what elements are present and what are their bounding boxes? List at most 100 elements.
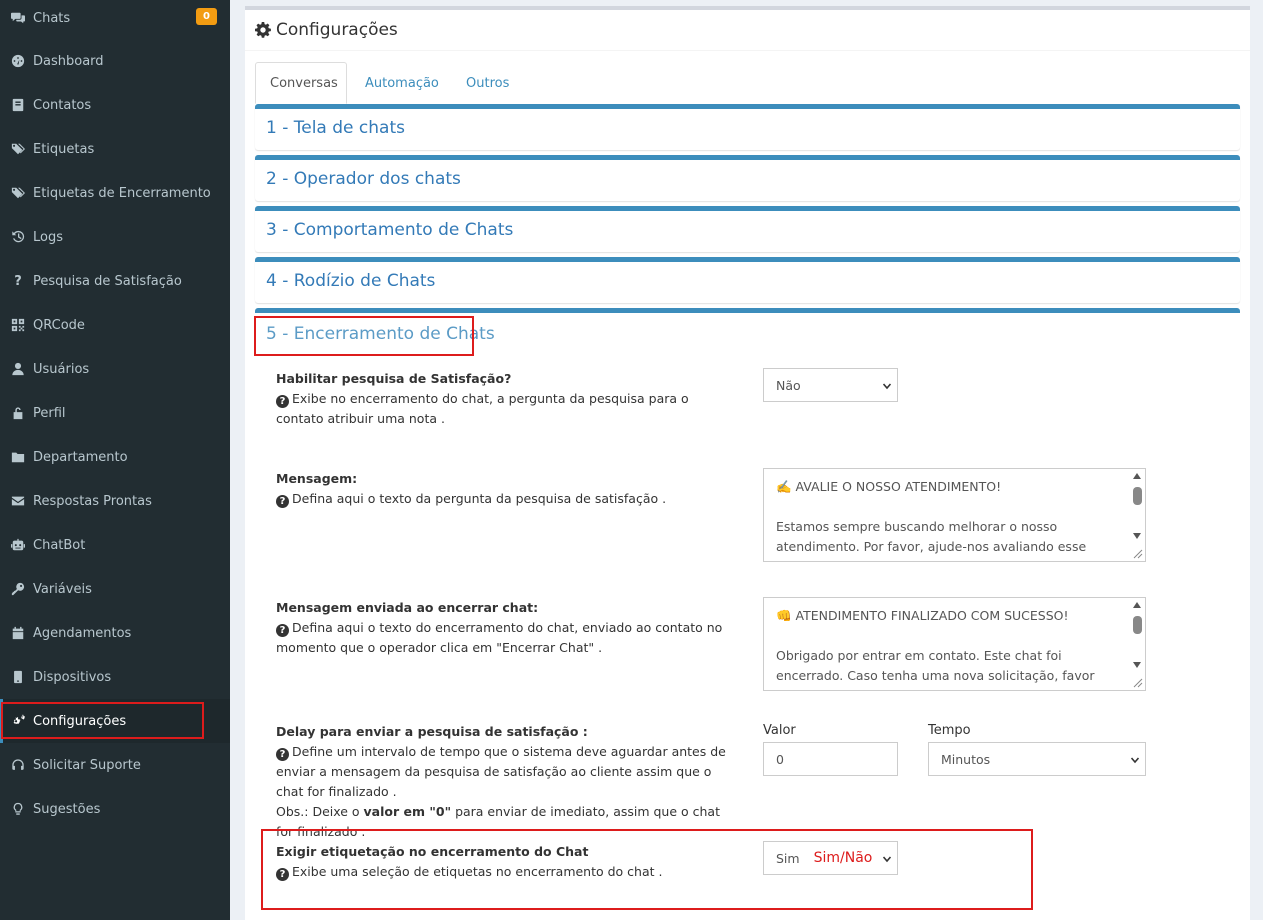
panel-title[interactable]: 2 - Operador dos chats <box>266 169 461 189</box>
question-icon: ? <box>14 273 22 289</box>
require-tags-select[interactable]: Sim Sim/Não <box>763 841 898 875</box>
sidebar-item-departamento[interactable]: Departamento <box>0 435 230 479</box>
setting-help: Defina aqui o texto do encerramento do c… <box>276 620 723 655</box>
select-annotation: Sim/Não <box>813 850 873 866</box>
delay-unit-select[interactable]: Minutos <box>928 742 1146 776</box>
resize-handle-icon[interactable] <box>1131 676 1143 688</box>
settings-tabs: Conversas Automação Outros <box>255 62 1240 104</box>
tab-label: Conversas <box>270 75 338 91</box>
sidebar-item-perfil[interactable]: Perfil <box>0 391 230 435</box>
value-label: Valor <box>763 723 796 738</box>
sidebar-item-label: Chats <box>33 10 71 26</box>
sidebar-item-sugestoes[interactable]: Sugestões <box>0 787 230 831</box>
sidebar-item-dashboard[interactable]: Dashboard <box>0 39 230 83</box>
sidebar-item-etiquetas[interactable]: Etiquetas <box>0 127 230 171</box>
sidebar-item-pesquisa-satisfacao[interactable]: ? Pesquisa de Satisfação <box>0 259 230 303</box>
survey-enable-select[interactable]: Não <box>763 368 898 402</box>
history-icon <box>9 229 27 245</box>
sidebar-item-contatos[interactable]: Contatos <box>0 83 230 127</box>
user-icon <box>9 361 27 377</box>
sidebar-item-agendamentos[interactable]: Agendamentos <box>0 611 230 655</box>
panel-title[interactable]: 1 - Tela de chats <box>266 118 405 138</box>
sidebar-item-qrcode[interactable]: QRCode <box>0 303 230 347</box>
panel-tela-de-chats[interactable]: 1 - Tela de chats <box>255 104 1240 150</box>
chat-bubbles-icon <box>9 10 27 26</box>
setting-help: Exibe uma seleção de etiquetas no encerr… <box>292 864 663 879</box>
key-icon <box>9 581 27 597</box>
tab-conversas[interactable]: Conversas <box>255 62 347 104</box>
panel-title[interactable]: 3 - Comportamento de Chats <box>266 220 513 240</box>
setting-help: Define um intervalo de tempo que o siste… <box>276 744 726 799</box>
chevron-down-icon <box>883 856 891 863</box>
select-value: Minutos <box>941 751 991 767</box>
select-value: Sim <box>776 850 800 866</box>
sidebar-item-label: Perfil <box>33 405 66 421</box>
require-tags-setting: Exigir etiquetação no encerramento do Ch… <box>276 842 736 882</box>
panel-operador-dos-chats[interactable]: 2 - Operador dos chats <box>255 155 1240 201</box>
panel-encerramento-de-chats: 5 - Encerramento de Chats Habilitar pesq… <box>254 308 1240 920</box>
unlock-icon <box>9 405 27 421</box>
sidebar-item-dispositivos[interactable]: Dispositivos <box>0 655 230 699</box>
sidebar-item-label: Etiquetas <box>33 141 95 157</box>
panel-rodizio-de-chats[interactable]: 4 - Rodízio de Chats <box>255 257 1240 303</box>
message-setting: Mensagem: ? Defina aqui o texto da pergun… <box>276 469 736 509</box>
survey-message-textarea[interactable]: ✍️ AVALIE O NOSSO ATENDIMENTO! Estamos s… <box>763 468 1146 562</box>
page-title: Configurações <box>276 20 398 40</box>
sidebar-item-logs[interactable]: Logs <box>0 215 230 259</box>
setting-title: Mensagem: <box>276 471 358 486</box>
qrcode-icon <box>9 317 27 333</box>
sidebar-item-label: Solicitar Suporte <box>33 757 141 773</box>
resize-handle-icon[interactable] <box>1131 547 1143 559</box>
textarea-content: ✍️ AVALIE O NOSSO ATENDIMENTO! Estamos s… <box>776 479 1087 561</box>
delay-value-input[interactable]: 0 <box>763 742 898 776</box>
setting-title: Delay para enviar a pesquisa de satisfaç… <box>276 724 588 739</box>
sidebar-item-label: Agendamentos <box>33 625 132 641</box>
chevron-down-icon <box>1131 757 1139 764</box>
sidebar-item-label: Departamento <box>33 449 128 465</box>
box-header: Configurações <box>245 10 1250 51</box>
question-circle-icon: ? <box>276 495 289 508</box>
robot-icon <box>9 537 27 553</box>
tab-outros[interactable]: Outros <box>452 62 523 104</box>
sidebar-item-chatbot[interactable]: ChatBot <box>0 523 230 567</box>
sidebar-item-label: QRCode <box>33 317 85 333</box>
sidebar-item-label: Etiquetas de Encerramento <box>33 185 211 201</box>
tab-label: Outros <box>466 75 510 91</box>
sidebar-item-label: Sugestões <box>33 801 101 817</box>
tab-automacao[interactable]: Automação <box>351 62 453 104</box>
close-message-textarea[interactable]: 👊 ATENDIMENTO FINALIZADO COM SUCESSO! Ob… <box>763 597 1146 691</box>
panel-title[interactable]: 4 - Rodízio de Chats <box>266 271 435 291</box>
setting-help: Exibe no encerramento do chat, a pergunt… <box>276 391 689 426</box>
sidebar-item-label: Usuários <box>33 361 90 377</box>
setting-help: Defina aqui o texto da pergunta da pesqu… <box>292 491 667 506</box>
chevron-down-icon <box>883 383 891 390</box>
headset-icon <box>9 757 27 773</box>
folder-icon <box>9 449 27 465</box>
setting-title: Exigir etiquetação no encerramento do Ch… <box>276 844 589 859</box>
setting-title: Habilitar pesquisa de Satisfação? <box>276 371 512 386</box>
sidebar-item-label: Dashboard <box>33 53 104 69</box>
sidebar-item-label: Dispositivos <box>33 669 112 685</box>
sidebar-item-variaveis[interactable]: Variáveis <box>0 567 230 611</box>
sidebar-item-etiquetas-encerramento[interactable]: Etiquetas de Encerramento <box>0 171 230 215</box>
gear-icon <box>255 22 271 38</box>
tags-icon <box>9 141 27 157</box>
configuracoes-highlight-box <box>1 702 204 739</box>
question-circle-icon: ? <box>276 868 289 881</box>
select-value: Não <box>776 377 801 393</box>
sidebar: Chats 0 Dashboard Contatos Etiquetas Eti… <box>0 0 230 920</box>
obs-bold: valor em "0" <box>363 804 452 819</box>
panel-comportamento-de-chats[interactable]: 3 - Comportamento de Chats <box>255 206 1240 252</box>
panel-title-highlight-box <box>254 316 474 356</box>
envelope-icon <box>9 493 27 509</box>
tab-label: Automação <box>365 75 439 91</box>
setting-title: Mensagem enviada ao encerrar chat: <box>276 600 539 615</box>
input-value: 0 <box>776 751 784 767</box>
sidebar-item-respostas-prontas[interactable]: Respostas Prontas <box>0 479 230 523</box>
sidebar-item-label: ChatBot <box>33 537 86 553</box>
sidebar-item-usuarios[interactable]: Usuários <box>0 347 230 391</box>
question-circle-icon: ? <box>276 395 289 408</box>
delay-setting: Delay para enviar a pesquisa de satisfaç… <box>276 722 736 842</box>
sidebar-item-chats[interactable]: Chats 0 <box>0 0 230 40</box>
sidebar-item-solicitar-suporte[interactable]: Solicitar Suporte <box>0 743 230 787</box>
